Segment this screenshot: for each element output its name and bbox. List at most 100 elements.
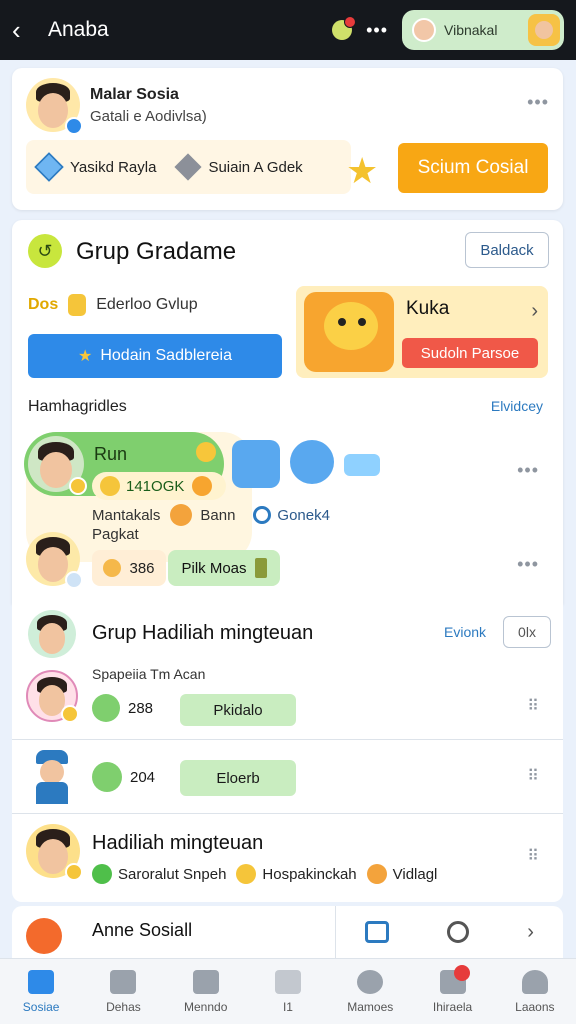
edit-icon[interactable] [365,921,390,943]
document-icon [192,969,219,994]
nav-label: Menndo [184,999,228,1014]
emoji-icon [366,864,387,884]
member-score: 141OGK [92,472,227,500]
nav-label: Mamoes [347,999,394,1014]
coin-badge-icon [61,705,79,723]
value-pill: 386 [92,550,166,586]
top-bar: ‹ Anaba ••• Vibnakal [0,0,576,60]
list-pill-1[interactable]: Pkidalo [180,694,296,726]
search-icon[interactable] [447,921,470,943]
person-icon [521,969,548,994]
emoji-icon [196,442,216,462]
list-value-text: 288 [128,699,154,717]
group-avatar[interactable] [28,610,76,658]
nav-item-i1[interactable]: I1 [247,959,329,1024]
profile-items-strip: Yasikd Rayla Suiain A Gdek [26,140,351,194]
profile-item-1[interactable]: Yasikd Rayla [70,159,156,176]
list-title-3: Hadiliah mingteuan [92,832,264,854]
more-options-icon[interactable]: ••• [517,460,539,481]
cube-icon [34,152,64,182]
nav-item-ihiraela[interactable]: Ihiraela [411,959,493,1024]
nav-label: Sosiae [22,999,60,1014]
group-action-label: Hodain Sadblereia [100,347,232,364]
grip-icon[interactable]: ⠿ [527,846,539,866]
more-options-icon[interactable]: ••• [527,92,549,113]
nav-label: I1 [282,999,293,1014]
member-avatar [26,532,83,589]
list-title-1: Grup Hadiliah mingteuan [92,622,314,644]
social-actions: › [335,906,563,958]
social-avatar[interactable] [26,918,62,954]
emoji-icon [92,762,122,792]
list-button-1[interactable]: 0lx [503,616,551,648]
notification-icon[interactable] [332,16,357,40]
action-pill-label: Pilk Moas [181,559,247,577]
list-item[interactable]: Hospakinckah [262,866,356,883]
list-item[interactable]: Saroralut Snpeh [118,866,226,883]
promo-button[interactable]: Sudoln Parsoe [402,338,538,368]
house-icon [110,969,137,994]
profile-name: Malar Sosia [90,86,179,103]
nav-item-home[interactable]: Sosiae [0,959,82,1024]
member-avatar [26,824,83,881]
member-detail: Mantakals Bann Gonek4 [92,504,330,526]
coin-badge-icon [69,477,87,495]
emoji-icon [100,476,120,496]
list-pill-2[interactable]: Eloerb [180,760,296,796]
cat-sticker-icon[interactable] [232,440,280,488]
bird-icon [274,969,301,994]
section-link[interactable]: Elvidcey [491,398,543,414]
chevron-right-icon[interactable]: › [527,921,534,944]
nav-item-mamoes[interactable]: Mamoes [329,959,411,1024]
group-icon: ↺ [28,234,62,268]
nav-item-laaons[interactable]: Laaons [494,959,576,1024]
promo-title: Kuka [406,298,450,319]
section-heading: Hamhagridles [28,398,127,415]
game-icon [357,969,384,994]
chevron-right-icon[interactable]: › [531,300,538,323]
list-item[interactable]: Vidlagl [393,866,438,883]
user-avatar-small [412,18,436,42]
group-back-button[interactable]: Baldack [465,232,549,268]
promo-box[interactable]: Kuka › Sudoln Parsoe [296,286,548,378]
list-card-2: 204 Eloerb ⠿ [12,740,563,814]
emoji-icon [92,694,120,722]
grip-icon[interactable]: ⠿ [527,766,539,786]
list-sub-1: Spapeiia Tm Acan [92,666,206,682]
grip-icon[interactable]: ⠿ [527,696,539,716]
badge-icon [65,571,83,589]
nav-label: Dehas [106,999,141,1014]
mini-sticker-icon[interactable] [344,454,380,476]
profile-item-2[interactable]: Suiain A Gdek [208,159,302,176]
verified-badge-icon [65,117,83,135]
more-icon[interactable]: ••• [366,20,388,41]
nav-item-menndo[interactable]: Menndo [165,959,247,1024]
user-avatar [528,14,560,46]
member-link[interactable]: Gonek4 [277,507,330,524]
bottom-nav: Sosiae Dehas Menndo I1 Mamoes Ihiraela L… [0,958,576,1024]
value-text: 386 [129,559,155,577]
more-options-icon[interactable]: ••• [517,554,539,575]
member-avatar [28,436,87,495]
cube-gray-icon [174,153,203,181]
group-card: ↺ Grup Gradame Baldack Dos Ederloo Gvlup… [12,220,563,604]
thumb-icon [236,864,257,884]
social-title: Anne Sosiall [92,920,193,940]
nav-badge [454,965,471,981]
top-actions: ••• Vibnakal [332,10,564,50]
sticker-icon[interactable] [290,440,334,484]
member-name: Run [94,444,128,464]
group-status: Dos Ederloo Gvlup [28,294,198,316]
list-link-1[interactable]: Evionk [444,624,486,640]
coin-badge-icon [65,863,83,881]
chevron-left-icon[interactable]: ‹ [12,17,42,43]
user-pill[interactable]: Vibnakal [402,10,564,50]
profile-avatar[interactable] [26,78,83,135]
nav-item-dehas[interactable]: Dehas [82,959,164,1024]
nav-label: Ihiraela [432,999,473,1014]
coin-icon [103,559,122,577]
social-cta-button[interactable]: Scium Cosial [398,143,548,193]
star-icon[interactable]: ★ [346,150,378,192]
action-pill[interactable]: Pilk Moas [168,550,280,586]
group-action-button[interactable]: ★ Hodain Sadblereia [28,334,282,378]
